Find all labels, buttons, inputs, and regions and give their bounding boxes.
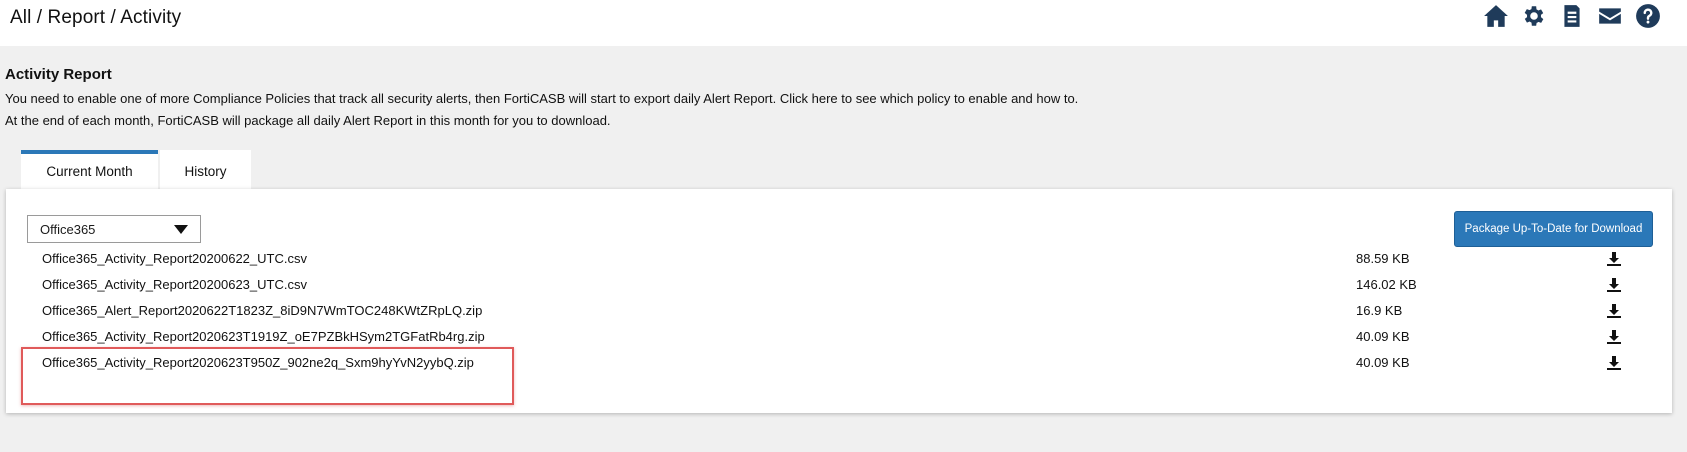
file-name-link[interactable]: Office365_Activity_Report20200622_UTC.cs… — [42, 251, 307, 266]
top-bar: All / Report / Activity — [0, 0, 1687, 46]
file-row: Office365_Activity_Report20200622_UTC.cs… — [6, 245, 1672, 273]
caret-down-icon — [174, 225, 188, 234]
file-size: 88.59 KB — [1356, 251, 1410, 266]
breadcrumb: All / Report / Activity — [10, 7, 182, 28]
description-line-1: You need to enable one of more Complianc… — [5, 91, 1079, 106]
file-row: Office365_Alert_Report2020622T1823Z_8iD9… — [6, 297, 1672, 325]
description-line-2: At the end of each month, FortiCASB will… — [5, 113, 611, 128]
mail-icon[interactable] — [1597, 3, 1623, 29]
home-icon[interactable] — [1483, 3, 1509, 29]
source-select-value: Office365 — [40, 221, 96, 237]
file-name-link[interactable]: Office365_Alert_Report2020622T1823Z_8iD9… — [42, 303, 482, 318]
source-select[interactable]: Office365 — [27, 215, 201, 243]
file-size: 40.09 KB — [1356, 355, 1410, 370]
file-size: 146.02 KB — [1356, 277, 1417, 292]
file-size: 40.09 KB — [1356, 329, 1410, 344]
download-icon[interactable] — [1606, 303, 1622, 319]
file-row: Office365_Activity_Report2020623T1919Z_o… — [6, 323, 1672, 351]
download-icon[interactable] — [1606, 277, 1622, 293]
download-icon[interactable] — [1606, 329, 1622, 345]
tab-history[interactable]: History — [160, 150, 251, 189]
top-icon-group — [1483, 3, 1661, 29]
file-name-link[interactable]: Office365_Activity_Report2020623T950Z_90… — [42, 355, 474, 370]
report-tabs: Current Month History — [21, 150, 251, 189]
file-size: 16.9 KB — [1356, 303, 1403, 318]
file-row: Office365_Activity_Report2020623T950Z_90… — [6, 349, 1672, 377]
file-name-link[interactable]: Office365_Activity_Report20200623_UTC.cs… — [42, 277, 307, 292]
document-icon[interactable] — [1559, 3, 1585, 29]
file-name-link[interactable]: Office365_Activity_Report2020623T1919Z_o… — [42, 329, 485, 344]
download-icon[interactable] — [1606, 355, 1622, 371]
help-icon[interactable] — [1635, 3, 1661, 29]
page-title: Activity Report — [5, 66, 112, 83]
tab-current-month[interactable]: Current Month — [21, 150, 158, 189]
report-panel: Office365 Package Up-To-Date for Downloa… — [6, 189, 1672, 413]
gear-icon[interactable] — [1521, 3, 1547, 29]
package-download-button[interactable]: Package Up-To-Date for Download — [1454, 211, 1653, 247]
download-icon[interactable] — [1606, 251, 1622, 267]
file-row: Office365_Activity_Report20200623_UTC.cs… — [6, 271, 1672, 299]
